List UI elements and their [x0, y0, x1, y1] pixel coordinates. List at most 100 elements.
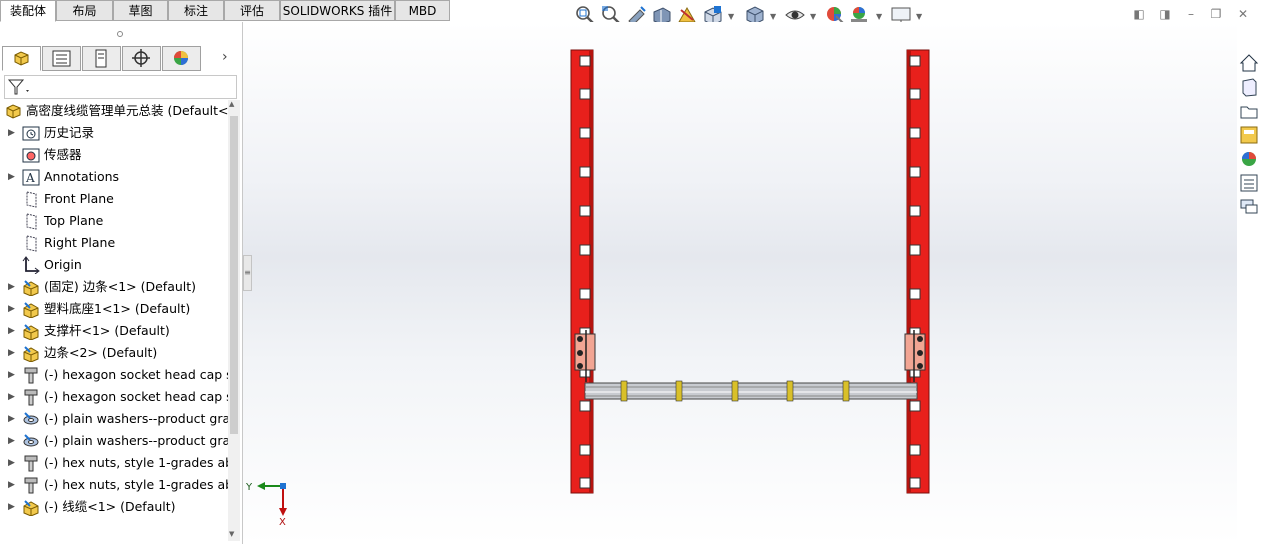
- expand-arrow-icon[interactable]: ▶: [8, 298, 18, 320]
- tree-item-label: (-) hexagon socket head cap s: [44, 389, 228, 404]
- tree-root-label: 高密度线缆管理单元总装 (Default<D: [26, 103, 228, 118]
- display-manager-icon: [174, 51, 188, 65]
- triad-y-label: Y: [245, 482, 253, 493]
- expand-arrow-icon[interactable]: ▶: [8, 408, 18, 430]
- forum-icon[interactable]: [1238, 196, 1260, 218]
- expand-arrow-icon[interactable]: ▶: [8, 430, 18, 452]
- part-icon: [23, 280, 39, 296]
- tab-sketch[interactable]: 草图: [113, 0, 168, 21]
- tree-item-label: 传感器: [44, 147, 82, 162]
- left-side-rail[interactable]: [570, 49, 594, 494]
- expand-arrow-icon[interactable]: ▶: [8, 474, 18, 496]
- expand-arrow-icon[interactable]: ▶: [8, 166, 18, 188]
- home-icon[interactable]: [1238, 52, 1260, 74]
- cable-clip: [675, 380, 683, 402]
- tab-layout[interactable]: 布局: [56, 0, 113, 21]
- featuremanager-tab[interactable]: [2, 46, 41, 71]
- close-icon[interactable]: ✕: [1235, 6, 1251, 22]
- annotations-icon: A: [22, 169, 40, 186]
- configurationmanager-tab[interactable]: [82, 46, 121, 71]
- manager-tabs: ›: [0, 46, 242, 72]
- tab-assembly[interactable]: 装配体: [0, 0, 56, 22]
- assembly-model[interactable]: Y X: [243, 22, 1237, 544]
- appearances-icon[interactable]: [1238, 148, 1260, 170]
- task-pane-tabs: [1237, 50, 1261, 220]
- cable-clip: [786, 380, 794, 402]
- rail-slot: [579, 444, 591, 456]
- cable-clip: [731, 380, 739, 402]
- view-palette-icon[interactable]: [1238, 124, 1260, 146]
- tab-mbd[interactable]: MBD: [395, 0, 450, 21]
- expand-arrow-icon[interactable]: ▶: [8, 386, 18, 408]
- chevron-down-icon[interactable]: ▼: [916, 12, 922, 21]
- minimize-icon[interactable]: –: [1183, 6, 1199, 22]
- history-folder-icon: [22, 126, 40, 141]
- tab-solidworks-addins[interactable]: SOLIDWORKS 插件: [280, 0, 395, 21]
- design-library-icon[interactable]: [1238, 76, 1260, 98]
- rail-slot: [579, 205, 591, 217]
- cable-clip: [620, 380, 628, 402]
- displaymanager-tab[interactable]: [162, 46, 201, 71]
- screw-icon: [24, 367, 38, 384]
- tab-annotate[interactable]: 标注: [168, 0, 224, 21]
- rail-slot: [909, 400, 921, 412]
- cable-clip: [842, 380, 850, 402]
- rail-slot: [579, 477, 591, 489]
- tree-filter[interactable]: [4, 75, 237, 99]
- restore-icon[interactable]: ❐: [1208, 6, 1224, 22]
- plane-icon: [26, 191, 37, 208]
- expand-arrow-icon[interactable]: ▶: [8, 364, 18, 386]
- rail-slot: [579, 400, 591, 412]
- expand-arrow-icon[interactable]: ▶: [8, 496, 18, 518]
- expand-arrow-icon[interactable]: ▶: [8, 122, 18, 144]
- chevron-down-icon[interactable]: ▼: [810, 12, 816, 21]
- custom-properties-icon[interactable]: [1238, 172, 1260, 194]
- feature-manager-pane: › 高密度线缆管理单元总装 (Default<D ▶ 历史记录 传感器 ▶ A Annot…: [0, 22, 243, 544]
- expand-arrow-icon[interactable]: ▶: [8, 452, 18, 474]
- chevron-right-icon[interactable]: ›: [222, 49, 228, 65]
- rail-slot: [909, 55, 921, 67]
- tree-item-label: 边条<2> (Default): [44, 345, 158, 360]
- tile-left-icon[interactable]: ◧: [1131, 6, 1147, 22]
- tree-item-label: 塑料底座1<1> (Default): [44, 301, 191, 316]
- support-rod[interactable]: [584, 380, 918, 402]
- screw-icon: [24, 389, 38, 406]
- expand-arrow-icon[interactable]: ▶: [8, 342, 18, 364]
- filter-icon: [7, 79, 29, 95]
- rail-slot: [579, 288, 591, 300]
- scroll-up-icon[interactable]: ▲: [229, 100, 234, 108]
- pane-collapse-handle[interactable]: ≡: [243, 255, 252, 291]
- expand-arrow-icon[interactable]: ▶: [8, 276, 18, 298]
- rail-slot: [909, 244, 921, 256]
- tree-item-label: Annotations: [44, 169, 120, 184]
- screw-icon: [24, 455, 38, 472]
- scroll-down-icon[interactable]: ▼: [229, 530, 234, 538]
- right-side-rail[interactable]: [906, 49, 930, 494]
- graphics-area[interactable]: Y X: [243, 22, 1237, 544]
- part-icon: [23, 346, 39, 362]
- scrollbar-thumb[interactable]: [230, 116, 238, 434]
- plane-icon: [26, 213, 37, 230]
- rail-slot: [909, 288, 921, 300]
- property-list-icon: [52, 50, 71, 67]
- tab-evaluate[interactable]: 评估: [224, 0, 280, 21]
- pane-grip[interactable]: [0, 22, 242, 44]
- rail-slot: [579, 55, 591, 67]
- file-explorer-icon[interactable]: [1238, 100, 1260, 122]
- tile-right-icon[interactable]: ◨: [1157, 6, 1173, 22]
- chevron-down-icon[interactable]: ▼: [770, 12, 776, 21]
- svg-text:A: A: [25, 171, 35, 185]
- expand-arrow-icon[interactable]: ▶: [8, 320, 18, 342]
- configuration-icon: [95, 49, 107, 68]
- propertymanager-tab[interactable]: [42, 46, 81, 71]
- feature-tree: 高密度线缆管理单元总装 (Default<D ▶ 历史记录 传感器 ▶ A Annotat…: [0, 100, 228, 544]
- tree-item-label: Front Plane: [44, 191, 114, 206]
- plane-icon: [26, 235, 37, 252]
- reference-triad: Y X: [245, 482, 287, 528]
- chevron-down-icon[interactable]: ▼: [876, 12, 882, 21]
- chevron-down-icon[interactable]: ▼: [728, 12, 734, 21]
- dimxpertmanager-tab[interactable]: [122, 46, 161, 71]
- origin-icon: [22, 256, 40, 274]
- tree-scrollbar[interactable]: ▲ ▼: [228, 100, 240, 541]
- rail-slot: [909, 477, 921, 489]
